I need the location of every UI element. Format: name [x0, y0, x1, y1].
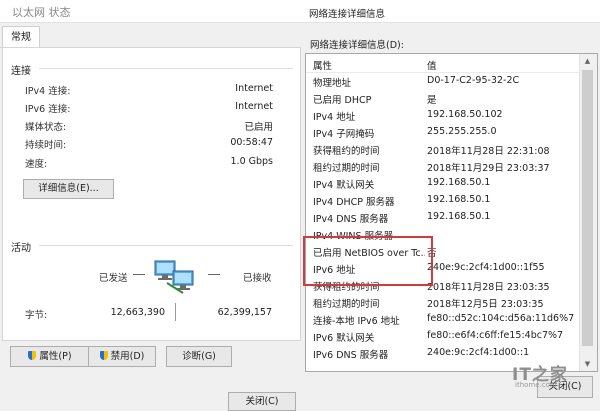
list-item[interactable]: 租约过期的时间 2018年11月29日 23:03:37: [306, 159, 579, 175]
scroll-up-arrow-icon[interactable]: ▲: [579, 54, 596, 68]
disable-button-label: 禁用(D): [110, 351, 145, 362]
property-value: D0-17-C2-95-32-2C: [427, 75, 520, 86]
property-name: IPv6 默认网关: [313, 333, 375, 344]
property-name: 已启用 DHCP: [313, 95, 372, 106]
property-name: IPv4 默认网关: [313, 180, 375, 191]
bytes-sent-value: 12,663,390: [110, 307, 165, 318]
ipv6-highlight-box: [303, 236, 433, 286]
ethernet-status-window: 以太网 状态 常规 连接 IPv4 连接: Internet IPv6 连接: …: [0, 0, 302, 411]
divider: [39, 245, 293, 246]
speed-label: 速度:: [25, 159, 48, 170]
property-value: fe80::d52c:104c:d56a:11d6%7: [427, 313, 575, 324]
diagnose-button[interactable]: 诊断(G): [166, 346, 232, 367]
speed-value: 1.0 Gbps: [230, 156, 274, 167]
property-value: 192.168.50.102: [427, 109, 503, 120]
column-header-property[interactable]: 属性: [313, 58, 332, 72]
list-item[interactable]: IPv4 子网掩码 255.255.255.0: [306, 125, 579, 141]
details-list-label: 网络连接详细信息(D):: [310, 40, 404, 51]
close-button[interactable]: 关闭(C): [228, 392, 296, 411]
property-name: 租约过期的时间: [313, 163, 380, 174]
properties-button[interactable]: 属性(P): [10, 346, 90, 367]
property-name: IPv6 DNS 服务器: [313, 350, 389, 361]
duration-label: 持续时间:: [25, 140, 67, 151]
title-bar: 以太网 状态: [0, 0, 301, 23]
shield-icon: [28, 351, 37, 360]
network-computers-icon: [154, 260, 194, 294]
list-item[interactable]: IPv4 默认网关 192.168.50.1: [306, 176, 579, 192]
divider: [306, 72, 579, 73]
list-item[interactable]: 连接-本地 IPv6 地址 fe80::d52c:104c:d56a:11d6%7: [306, 312, 579, 328]
sent-dash: [133, 274, 145, 275]
window-title: 网络连接详细信息: [309, 9, 386, 20]
list-item[interactable]: 获得租约的时间 2018年11月28日 22:31:08: [306, 142, 579, 158]
properties-button-label: 属性(P): [39, 351, 72, 362]
window-title: 以太网 状态: [12, 6, 71, 19]
media-state-label: 媒体状态:: [25, 122, 67, 133]
property-value: 是: [427, 95, 437, 106]
property-name: 获得租约的时间: [313, 146, 380, 157]
property-value: 255.255.255.0: [427, 126, 497, 137]
general-panel: 连接 IPv4 连接: Internet IPv6 连接: Internet 媒…: [2, 47, 301, 341]
property-value: 192.168.50.1: [427, 211, 491, 222]
list-item[interactable]: IPv6 默认网关 fe80::e6f4:c6ff:fe15:4bc7%7: [306, 329, 579, 345]
tab-general[interactable]: 常规: [2, 26, 40, 48]
details-list[interactable]: 属性 值 物理地址 D0-17-C2-95-32-2C 已启用 DHCP 是 IPv…: [305, 53, 598, 372]
property-name: IPv4 DNS 服务器: [313, 214, 389, 225]
duration-value: 00:58:47: [230, 137, 273, 148]
property-value: 2018年11月29日 23:03:37: [427, 163, 550, 174]
bytes-label: 字节:: [25, 310, 48, 321]
network-connection-details-window: 网络连接详细信息 网络连接详细信息(D): 属性 值 物理地址 D0-17-C2-…: [301, 0, 600, 411]
connection-heading: 连接: [11, 66, 31, 77]
property-value: 192.168.50.1: [427, 177, 491, 188]
divider: [39, 68, 293, 69]
list-item[interactable]: 物理地址 D0-17-C2-95-32-2C: [306, 74, 579, 90]
property-value: 2018年11月28日 22:31:08: [427, 146, 550, 157]
tab-strip: [0, 25, 301, 48]
details-button[interactable]: 详细信息(E)...: [23, 179, 114, 199]
property-value: 192.168.50.1: [427, 194, 491, 205]
property-name: IPv4 子网掩码: [313, 129, 375, 140]
scrollbar-thumb[interactable]: [582, 70, 593, 346]
property-name: IPv4 地址: [313, 112, 356, 123]
bytes-received-value: 62,399,157: [217, 307, 272, 318]
property-name: 连接-本地 IPv6 地址: [313, 316, 400, 327]
property-name: IPv4 DHCP 服务器: [313, 197, 395, 208]
watermark-url: ithome.com: [515, 381, 557, 389]
activity-heading: 活动: [11, 243, 31, 254]
received-label: 已接收: [243, 273, 272, 284]
ipv6-connectivity-label: IPv6 连接:: [25, 104, 71, 115]
list-item[interactable]: 租约过期的时间 2018年12月5日 23:03:35: [306, 295, 579, 311]
property-value: 240e:9c:2cf4:1d00::1: [427, 347, 530, 358]
ipv6-connectivity-value: Internet: [235, 101, 273, 112]
list-item[interactable]: IPv4 DHCP 服务器 192.168.50.1: [306, 193, 579, 209]
received-dash: [208, 274, 220, 275]
list-item[interactable]: IPv4 DNS 服务器 192.168.50.1: [306, 210, 579, 226]
media-state-value: 已启用: [244, 122, 273, 133]
disable-button[interactable]: 禁用(D): [88, 346, 156, 367]
scroll-down-arrow-icon[interactable]: ▼: [579, 357, 596, 371]
list-item[interactable]: IPv4 地址 192.168.50.102: [306, 108, 579, 124]
title-bar: 网络连接详细信息: [301, 0, 600, 23]
property-name: 物理地址: [313, 78, 352, 89]
sent-label: 已发送: [99, 273, 128, 284]
list-item[interactable]: 已启用 DHCP 是: [306, 91, 579, 107]
ipv4-connectivity-value: Internet: [235, 83, 273, 94]
property-name: 租约过期的时间: [313, 299, 380, 310]
ipv4-connectivity-label: IPv4 连接:: [25, 86, 71, 97]
property-value: 2018年12月5日 23:03:35: [427, 299, 544, 310]
property-value: 240e:9c:2cf4:1d00::1f55: [427, 262, 545, 273]
shield-icon: [99, 351, 108, 360]
property-value: fe80::e6f4:c6ff:fe15:4bc7%7: [427, 330, 564, 341]
column-header-value[interactable]: 值: [427, 58, 437, 72]
property-value: 2018年11月28日 23:03:35: [427, 282, 550, 293]
divider: [175, 303, 176, 321]
